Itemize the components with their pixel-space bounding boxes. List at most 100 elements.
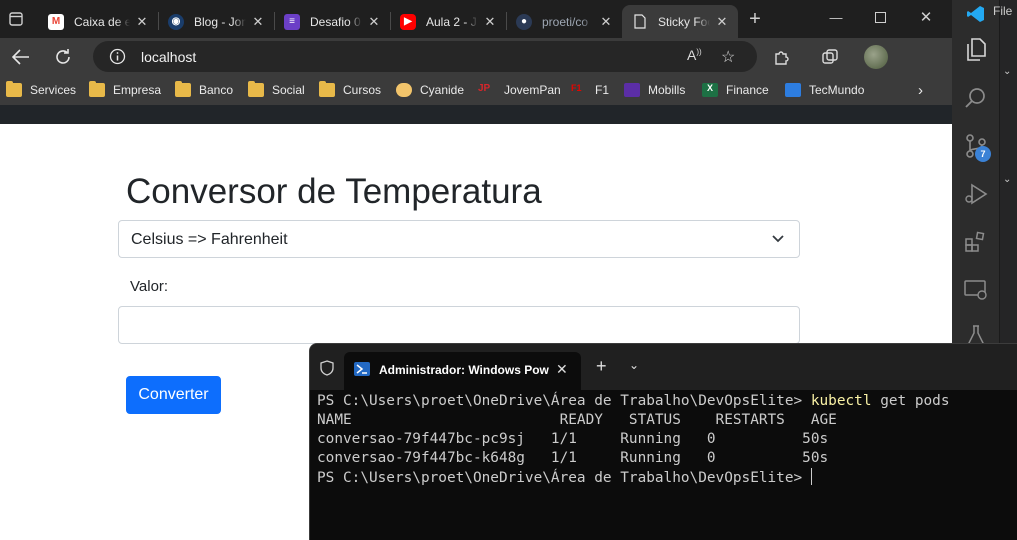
url-text[interactable]: localhost — [141, 49, 196, 65]
remote-explorer-icon[interactable] — [962, 276, 990, 304]
info-icon[interactable] — [109, 48, 126, 70]
tecmundo-icon — [785, 83, 801, 97]
bookmark-jovempan[interactable]: JP JovemPan — [478, 81, 561, 99]
bookmark-cursos[interactable]: Cursos — [319, 81, 381, 99]
value-label: Valor: — [130, 278, 169, 295]
minimize-button[interactable]: — — [814, 4, 858, 30]
convert-button[interactable]: Converter — [126, 376, 221, 414]
terminal-titlebar: Administrador: Windows Pow ✕ + ⌄ — [310, 344, 1017, 390]
profile-avatar[interactable] — [862, 43, 890, 71]
folder-icon — [89, 81, 105, 97]
tab-blog[interactable]: ◉ Blog - Jon ✕ — [158, 5, 274, 38]
terminal-tab-title: Administrador: Windows Pow — [379, 363, 549, 377]
vscode-activity-bar: 7 — [952, 0, 1000, 346]
jovempan-icon: JP — [478, 83, 491, 94]
chevron-down-icon — [772, 235, 784, 243]
close-icon[interactable]: ✕ — [250, 14, 266, 30]
close-window-button[interactable]: ✕ — [904, 4, 948, 30]
tab-sticky-footer[interactable]: Sticky Foo ✕ — [622, 5, 738, 38]
bookmark-tecmundo[interactable]: TecMundo — [785, 81, 864, 99]
extensions-icon[interactable] — [962, 228, 990, 256]
tab-label: Sticky Foo — [658, 14, 710, 29]
run-debug-icon[interactable] — [962, 180, 990, 208]
bookmark-mobills[interactable]: Mobills — [624, 81, 685, 99]
folder-icon — [175, 81, 191, 97]
folder-icon — [248, 81, 264, 97]
close-icon[interactable]: ✕ — [134, 14, 150, 30]
command-name: kubectl — [810, 393, 872, 409]
tab-proeti[interactable]: ● proeti/co ✕ — [506, 5, 622, 38]
mobills-icon — [624, 83, 640, 97]
tab-label: proeti/co — [542, 14, 589, 29]
tab-label: Caixa de e — [74, 14, 130, 29]
value-input[interactable] — [118, 306, 800, 344]
browser-tab-strip: M Caixa de e ✕ ◉ Blog - Jon ✕ ≡ Desafio … — [0, 0, 952, 38]
powershell-icon — [354, 362, 370, 376]
tab-label: Desafio 0 — [310, 14, 361, 29]
close-icon[interactable]: ✕ — [714, 14, 730, 30]
terminal-tab[interactable]: Administrador: Windows Pow ✕ — [344, 352, 581, 390]
youtube-icon: ▶ — [400, 13, 416, 30]
chevron-down-icon[interactable]: ⌄ — [629, 358, 639, 372]
close-icon[interactable]: ✕ — [556, 361, 568, 378]
maximize-button[interactable] — [858, 4, 902, 30]
address-bar[interactable]: localhost A)) ☆ — [93, 41, 757, 72]
bookmark-finance[interactable]: X Finance — [702, 81, 769, 99]
page-top-navbar — [0, 105, 952, 124]
tab-desafio[interactable]: ≡ Desafio 0 ✕ — [274, 5, 390, 38]
unit-select[interactable]: Celsius => Fahrenheit — [118, 220, 800, 258]
terminal-output[interactable]: PS C:\Users\proet\OneDrive\Área de Traba… — [317, 392, 950, 488]
f1-icon: F1 — [571, 83, 582, 93]
favorite-star-icon[interactable]: ☆ — [721, 47, 735, 67]
reload-button[interactable] — [48, 42, 78, 72]
text-cursor — [810, 468, 812, 485]
vscode-side-panel: ⌄ ⌄ — [1000, 0, 1017, 345]
table-header: NAME READY STATUS RESTARTS AGE — [317, 412, 837, 428]
table-row: conversao-79f447bc-k648g 1/1 Running 0 5… — [317, 450, 829, 466]
new-tab-plus-icon[interactable]: + — [596, 356, 607, 377]
table-row: conversao-79f447bc-pc9sj 1/1 Running 0 5… — [317, 431, 829, 447]
chevron-down-icon[interactable]: ⌄ — [1003, 66, 1011, 77]
bookmarks-more-chevron-icon[interactable]: › — [918, 81, 923, 99]
explorer-icon[interactable] — [962, 36, 990, 64]
bookmarks-bar: Services Empresa Banco Social Cursos Cya… — [0, 75, 952, 105]
vscode-logo-icon — [962, 0, 990, 28]
bookmark-services[interactable]: Services — [6, 81, 76, 99]
github-icon: ● — [516, 13, 532, 30]
extensions-icon[interactable] — [768, 43, 796, 71]
close-icon[interactable]: ✕ — [482, 14, 498, 30]
tab-actions-icon[interactable] — [3, 6, 29, 32]
read-aloud-icon[interactable]: A)) — [687, 47, 702, 63]
menu-file[interactable]: File — [993, 4, 1012, 18]
bookmark-banco[interactable]: Banco — [175, 81, 233, 99]
blog-icon: ◉ — [168, 13, 184, 30]
close-icon[interactable]: ✕ — [598, 14, 614, 30]
list-icon: ≡ — [284, 13, 300, 30]
tab-label: Blog - Jon — [194, 14, 246, 29]
windows-terminal: Administrador: Windows Pow ✕ + ⌄ PS C:\U… — [309, 343, 1017, 540]
tab-aula[interactable]: ▶ Aula 2 - J ✕ — [390, 5, 506, 38]
prompt-line: PS C:\Users\proet\OneDrive\Área de Traba… — [317, 393, 803, 409]
search-icon[interactable] — [962, 84, 990, 112]
page-icon — [632, 14, 648, 30]
folder-icon — [6, 81, 22, 97]
gmail-icon: M — [48, 13, 64, 30]
source-control-badge: 7 — [975, 146, 991, 162]
page-title: Conversor de Temperatura — [126, 172, 542, 211]
shield-icon — [320, 360, 334, 381]
prompt-line: PS C:\Users\proet\OneDrive\Área de Traba… — [317, 470, 803, 486]
bookmark-empresa[interactable]: Empresa — [89, 81, 161, 99]
collections-icon[interactable] — [816, 43, 844, 71]
tab-label: Aula 2 - J — [426, 14, 477, 29]
bookmark-f1[interactable]: F1 F1 — [571, 81, 609, 99]
tab-gmail[interactable]: M Caixa de e ✕ — [38, 5, 158, 38]
cyanide-icon — [396, 83, 412, 97]
bookmark-social[interactable]: Social — [248, 81, 305, 99]
bookmark-cyanide[interactable]: Cyanide — [396, 81, 464, 99]
new-tab-button[interactable]: + — [742, 6, 768, 32]
close-icon[interactable]: ✕ — [366, 14, 382, 30]
back-button[interactable] — [6, 42, 36, 72]
excel-icon: X — [702, 83, 718, 97]
chevron-down-icon[interactable]: ⌄ — [1003, 174, 1011, 185]
unit-select-value: Celsius => Fahrenheit — [131, 231, 288, 248]
